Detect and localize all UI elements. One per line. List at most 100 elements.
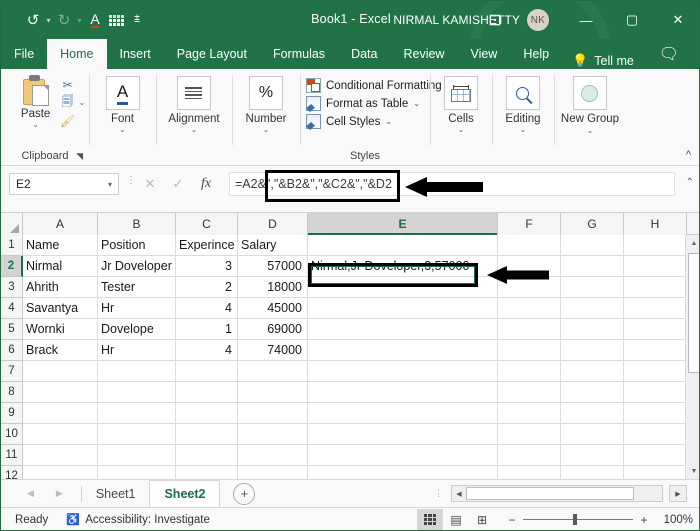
column-header-c[interactable]: C (176, 213, 238, 235)
cell-e11[interactable] (308, 445, 498, 466)
cell-b11[interactable] (98, 445, 176, 466)
cell-e9[interactable] (308, 403, 498, 424)
undo-dropdown-icon[interactable]: ▾ (44, 16, 53, 25)
insert-function-icon[interactable]: fx (199, 176, 213, 192)
customize-qat-icon[interactable]: ⩲ (127, 8, 147, 32)
page-layout-view-button[interactable]: ▤ (443, 509, 469, 531)
cell-e8[interactable] (308, 382, 498, 403)
account-area[interactable]: NIRMAL KAMISHETTY NK (393, 9, 549, 31)
row-header-2[interactable]: 2 (1, 256, 23, 277)
row-header-9[interactable]: 9 (1, 403, 23, 424)
cell-f8[interactable] (498, 382, 561, 403)
cell-d4[interactable]: 45000 (238, 298, 308, 319)
cell-h4[interactable] (624, 298, 687, 319)
row-header-1[interactable]: 1 (1, 235, 23, 256)
cell-b3[interactable]: Tester (98, 277, 176, 298)
cell-d8[interactable] (238, 382, 308, 403)
cell-f6[interactable] (498, 340, 561, 361)
cell-h7[interactable] (624, 361, 687, 382)
cell-c12[interactable] (176, 466, 238, 479)
accessibility-status[interactable]: ♿ Accessibility: Investigate (66, 513, 210, 527)
minimize-button[interactable]: — (563, 1, 609, 39)
cell-h12[interactable] (624, 466, 687, 479)
new-group-button[interactable]: New Group ⌄ (561, 73, 619, 135)
column-header-b[interactable]: B (98, 213, 176, 235)
cell-c6[interactable]: 4 (176, 340, 238, 361)
cell-b6[interactable]: Hr (98, 340, 176, 361)
cell-b1[interactable]: Position (98, 235, 176, 256)
cell-d9[interactable] (238, 403, 308, 424)
row-header-8[interactable]: 8 (1, 382, 23, 403)
scroll-right-button[interactable]: ▶ (669, 485, 687, 502)
cells-button[interactable]: Cells ⌄ (444, 73, 478, 134)
cell-e4[interactable] (308, 298, 498, 319)
tab-insert[interactable]: Insert (107, 39, 164, 69)
tab-view[interactable]: View (457, 39, 510, 69)
cell-styles-dropdown-icon[interactable]: ⌄ (385, 117, 392, 126)
cell-h11[interactable] (624, 445, 687, 466)
cell-f5[interactable] (498, 319, 561, 340)
name-box-dropdown-icon[interactable]: ▾ (108, 180, 112, 189)
cell-e12[interactable] (308, 466, 498, 479)
cell-b8[interactable] (98, 382, 176, 403)
scroll-left-button[interactable]: ◀ (453, 490, 465, 498)
tab-formulas[interactable]: Formulas (260, 39, 338, 69)
sheet-tab-sheet2[interactable]: Sheet2 (149, 479, 221, 508)
copy-icon[interactable]: 🗐 (60, 94, 76, 111)
enter-formula-icon[interactable]: ✓ (171, 176, 185, 192)
editing-dropdown-icon[interactable]: ⌄ (520, 125, 527, 134)
cell-c3[interactable]: 2 (176, 277, 238, 298)
format-painter-icon[interactable]: 🖌 (60, 113, 76, 129)
cell-c4[interactable]: 4 (176, 298, 238, 319)
add-sheet-button[interactable]: + (233, 482, 256, 505)
cell-c5[interactable]: 1 (176, 319, 238, 340)
horizontal-scroll-thumb[interactable] (466, 487, 634, 500)
column-header-h[interactable]: H (624, 213, 687, 235)
cell-c9[interactable] (176, 403, 238, 424)
cell-b4[interactable]: Hr (98, 298, 176, 319)
alignment-button[interactable]: Alignment ⌄ (168, 73, 220, 134)
cell-a3[interactable]: Ahrith (23, 277, 98, 298)
vertical-scroll-thumb[interactable] (688, 253, 699, 373)
cell-d6[interactable]: 74000 (238, 340, 308, 361)
copy-dropdown-icon[interactable]: ⌄ (79, 98, 86, 107)
cell-h2[interactable] (624, 256, 687, 277)
cell-g6[interactable] (561, 340, 624, 361)
cell-g5[interactable] (561, 319, 624, 340)
cell-f9[interactable] (498, 403, 561, 424)
cell-a11[interactable] (23, 445, 98, 466)
cell-h1[interactable] (624, 235, 687, 256)
row-header-7[interactable]: 7 (1, 361, 23, 382)
cell-a2[interactable]: Nirmal (23, 256, 98, 277)
cell-h10[interactable] (624, 424, 687, 445)
cell-b12[interactable] (98, 466, 176, 479)
cell-f1[interactable] (498, 235, 561, 256)
cut-icon[interactable]: ✂ (60, 77, 76, 93)
comment-icon[interactable]: 🗨 (659, 44, 679, 64)
zoom-in-button[interactable]: + (639, 513, 649, 527)
scroll-down-button[interactable]: ▼ (686, 463, 699, 479)
cell-d3[interactable]: 18000 (238, 277, 308, 298)
new-group-dropdown-icon[interactable]: ⌄ (587, 126, 594, 135)
format-as-table-dropdown-icon[interactable]: ⌄ (413, 99, 420, 108)
cell-a1[interactable]: Name (23, 235, 98, 256)
cell-e5[interactable] (308, 319, 498, 340)
row-header-12[interactable]: 12 (1, 466, 23, 479)
cell-b2[interactable]: Jr Doveloper (98, 256, 176, 277)
number-dropdown-icon[interactable]: ⌄ (263, 125, 270, 134)
vertical-scrollbar[interactable]: ▲ ▼ (685, 235, 699, 479)
cell-f10[interactable] (498, 424, 561, 445)
cell-d11[interactable] (238, 445, 308, 466)
cell-a4[interactable]: Savantya (23, 298, 98, 319)
row-header-3[interactable]: 3 (1, 277, 23, 298)
cell-h8[interactable] (624, 382, 687, 403)
cell-e10[interactable] (308, 424, 498, 445)
normal-view-button[interactable] (417, 508, 443, 530)
clipboard-dialog-launcher-icon[interactable]: ◥ (76, 151, 83, 162)
expand-formula-bar-icon[interactable]: ⌃ (686, 177, 694, 188)
cell-c11[interactable] (176, 445, 238, 466)
cell-f7[interactable] (498, 361, 561, 382)
column-header-f[interactable]: F (498, 213, 561, 235)
cell-d2[interactable]: 57000 (238, 256, 308, 277)
font-dropdown-icon[interactable]: ⌄ (119, 125, 126, 134)
